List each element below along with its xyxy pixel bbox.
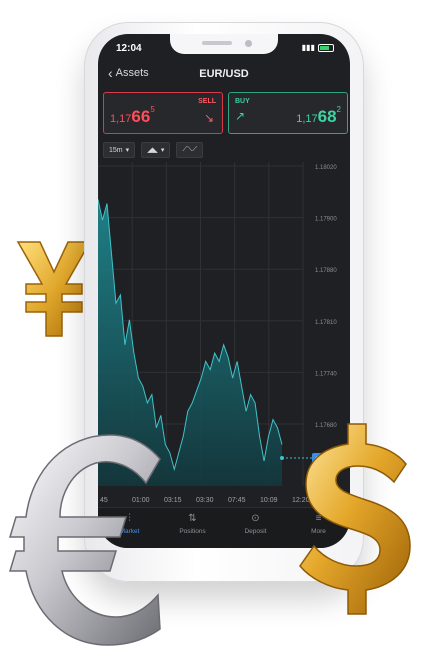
- y-tick-label: 1.17880: [315, 268, 337, 274]
- sell-price: 1,17665: [110, 105, 155, 126]
- arrow-down-right-icon: ↘: [203, 111, 214, 125]
- y-tick-label: 1.18020: [315, 165, 337, 171]
- buy-label: BUY: [235, 98, 250, 105]
- sell-button[interactable]: SELL ↘ 1,17665: [103, 92, 223, 134]
- y-tick-label: 1.17740: [315, 371, 337, 377]
- positions-icon: ⇅: [188, 513, 197, 524]
- x-tick-label: 03:30: [196, 497, 214, 504]
- buy-price: 1,17682: [296, 105, 341, 126]
- current-price-dot: [280, 456, 284, 460]
- trend-line-icon: ⟋⟍⟋: [182, 146, 198, 153]
- dollar-symbol: [299, 423, 411, 615]
- x-tick-label: 10:09: [260, 497, 278, 504]
- caret-down-icon: ▾: [160, 147, 165, 154]
- interval-select[interactable]: 15m ▾: [103, 142, 136, 158]
- tab-deposit[interactable]: ⊙ Deposit: [224, 508, 287, 548]
- phone-notch: [170, 34, 278, 54]
- euro-symbol: [8, 434, 161, 646]
- signal-icon: ▮▮▮: [301, 43, 315, 52]
- status-time: 12:04: [116, 43, 142, 54]
- chart-toolbar: 15m ▾ ◢◣ ▾ ⟋⟍⟋: [103, 142, 204, 158]
- arrow-up-right-icon: ↗: [235, 109, 246, 123]
- tab-label: Deposit: [244, 528, 267, 535]
- y-tick-label: 1.17810: [315, 320, 337, 326]
- page-title: EUR/USD: [199, 68, 249, 80]
- indicator-button[interactable]: ⟋⟍⟋: [176, 142, 204, 158]
- status-icons: ▮▮▮: [302, 43, 334, 52]
- x-tick-label: 07:45: [228, 497, 246, 504]
- sell-label: SELL: [198, 98, 216, 105]
- chart-type-select[interactable]: ◢◣ ▾: [141, 142, 171, 158]
- y-tick-label: 1.17900: [315, 217, 337, 223]
- area-chart-icon: ◢◣: [147, 147, 158, 154]
- buy-button[interactable]: BUY ↗ 1,17682: [228, 92, 348, 134]
- caret-down-icon: ▾: [125, 147, 130, 154]
- battery-icon: [318, 43, 334, 52]
- deposit-icon: ⊙: [251, 513, 260, 524]
- tab-label: Positions: [179, 528, 206, 535]
- nav-bar: ‹ Assets EUR/USD: [98, 64, 350, 86]
